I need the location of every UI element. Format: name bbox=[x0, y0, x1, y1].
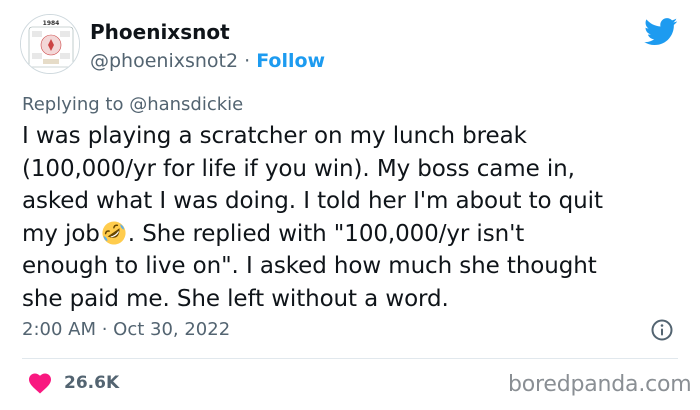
tweet-timestamp[interactable]: 2:00 AM · Oct 30, 2022 bbox=[22, 321, 230, 339]
tweet-line-part: . She replied with "100,000/yr isn't bbox=[127, 220, 525, 247]
like-count: 26.6K bbox=[64, 373, 120, 393]
tweet-line: enough to live on". I asked how much she… bbox=[22, 253, 597, 280]
reply-handle-link[interactable]: @hansdickie bbox=[129, 94, 243, 115]
tweet-line: she paid me. She left without a word. bbox=[22, 285, 449, 312]
author-name[interactable]: Phoenixsnot bbox=[90, 22, 230, 42]
avatar-year: 1984 bbox=[43, 20, 60, 27]
tweet-line: I was playing a scratcher on my lunch br… bbox=[22, 123, 527, 149]
replying-prefix: Replying to bbox=[22, 94, 130, 115]
tweet-line-with-emoji: my job . She replied with "100,000/yr is… bbox=[22, 218, 682, 251]
twitter-bird-icon[interactable] bbox=[644, 18, 678, 46]
divider bbox=[22, 358, 678, 359]
handle-separator: · bbox=[238, 50, 257, 72]
watermark: boredpanda.com bbox=[508, 372, 692, 397]
author-handle[interactable]: @phoenixsnot2 bbox=[90, 50, 238, 72]
replying-to: Replying to @hansdickie bbox=[22, 96, 243, 114]
author-handle-row: @phoenixsnot2 · Follow bbox=[90, 52, 325, 71]
tweet-text: I was playing a scratcher on my lunch br… bbox=[22, 120, 682, 316]
avatar-image: 1984 bbox=[21, 15, 79, 73]
tweet-line-part: my job bbox=[22, 220, 100, 247]
tweet-line: asked what I was doing. I told her I'm a… bbox=[22, 188, 603, 215]
info-icon[interactable] bbox=[650, 318, 674, 342]
emoji-rofl-icon bbox=[102, 221, 126, 245]
tweet-line: (100,000/yr for life if you win). My bos… bbox=[22, 155, 575, 182]
heart-icon[interactable] bbox=[28, 372, 52, 394]
follow-button[interactable]: Follow bbox=[256, 50, 325, 72]
avatar[interactable]: 1984 bbox=[20, 14, 80, 74]
